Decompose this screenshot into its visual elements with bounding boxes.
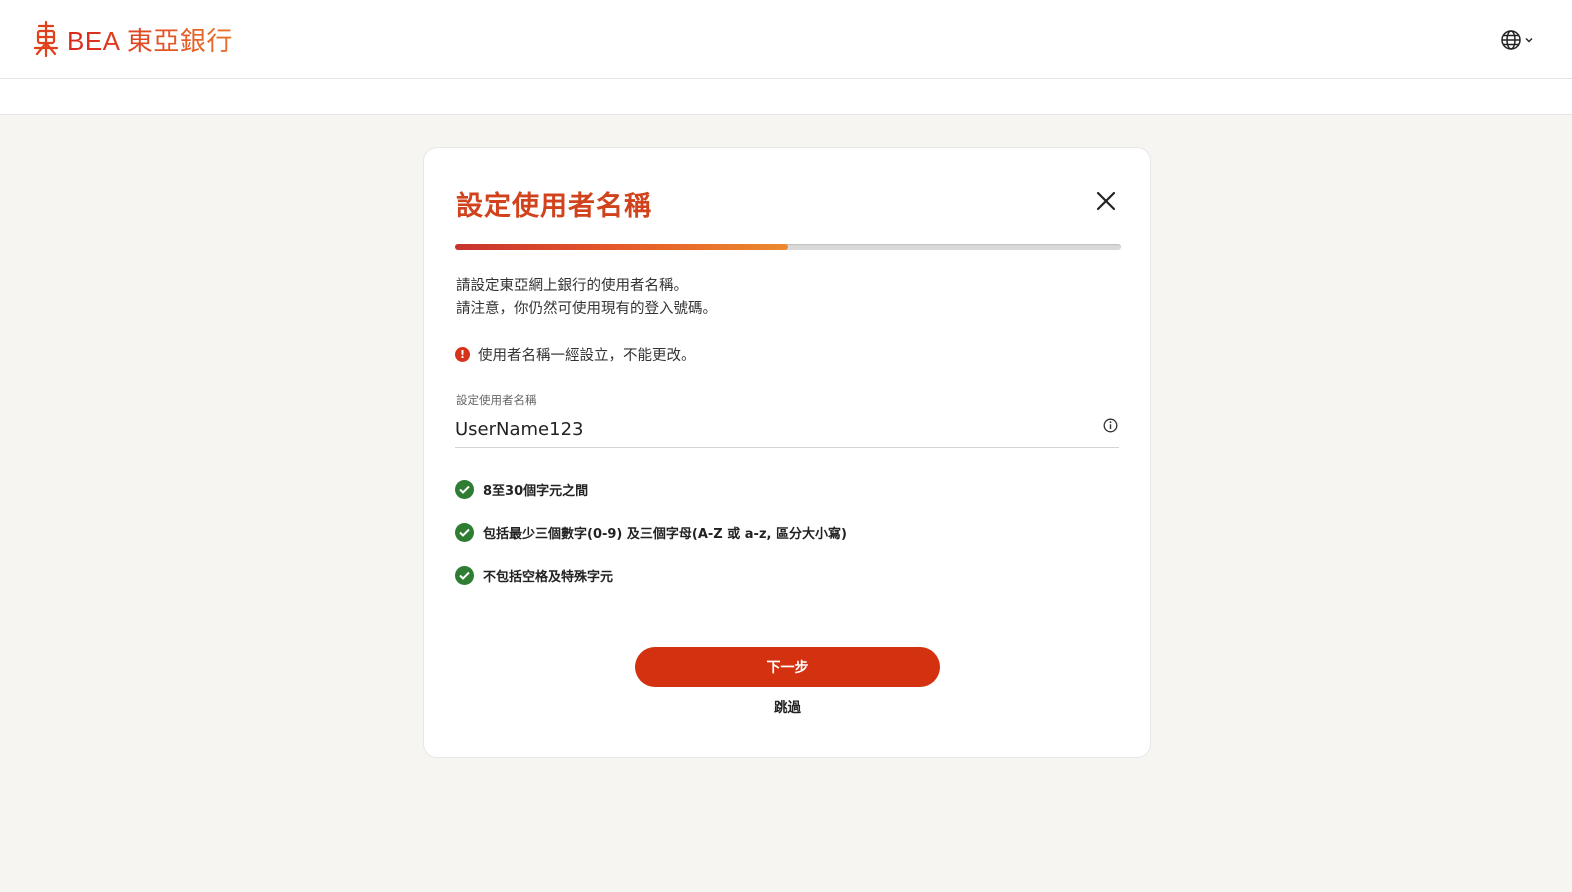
secondary-bar (0, 79, 1572, 115)
progress-bar (455, 244, 1121, 250)
bank-logo[interactable]: BEA 東亞銀行 (33, 20, 233, 58)
rule-item: 8至30個字元之間 (455, 480, 588, 499)
check-circle-icon (455, 480, 474, 499)
rule-item: 包括最少三個數字(0-9) 及三個字母(A-Z 或 a-z, 區分大小寫) (455, 523, 847, 542)
info-icon[interactable] (1103, 418, 1118, 433)
exclamation-icon: ! (455, 347, 470, 362)
brand-name: BEA 東亞銀行 (67, 21, 233, 58)
rule-text: 8至30個字元之間 (483, 484, 589, 499)
check-circle-icon (455, 566, 474, 585)
progress-bar-fill (455, 244, 788, 250)
dialog-title: 設定使用者名稱 (456, 191, 652, 222)
rule-text: 包括最少三個數字(0-9) 及三個字母(A-Z 或 a-z, 區分大小寫) (483, 527, 847, 542)
globe-icon (1501, 30, 1521, 50)
top-navigation-bar: BEA 東亞銀行 (0, 0, 1572, 79)
bea-logo-icon (33, 20, 59, 58)
chevron-down-icon (1525, 38, 1533, 43)
instructions: 請設定東亞網上銀行的使用者名稱。 請注意，你仍然可使用現有的登入號碼。 (456, 275, 717, 321)
instruction-line-1: 請設定東亞網上銀行的使用者名稱。 (456, 278, 688, 294)
language-selector[interactable] (1500, 28, 1540, 52)
rule-text: 不包括空格及特殊字元 (483, 570, 614, 585)
instruction-line-2: 請注意，你仍然可使用現有的登入號碼。 (456, 301, 717, 317)
username-field (455, 414, 1119, 448)
warning-text: 使用者名稱一經設立，不能更改。 (478, 348, 696, 364)
warning-notice: ! 使用者名稱一經設立，不能更改。 (455, 344, 696, 365)
rule-item: 不包括空格及特殊字元 (455, 566, 613, 585)
check-circle-icon (455, 523, 474, 542)
username-input[interactable] (455, 414, 1075, 444)
next-button[interactable]: 下一步 (635, 647, 940, 687)
set-username-dialog: 設定使用者名稱 請設定東亞網上銀行的使用者名稱。 請注意，你仍然可使用現有的登入… (423, 147, 1151, 758)
username-field-label: 設定使用者名稱 (456, 393, 537, 407)
close-icon[interactable] (1095, 190, 1117, 212)
skip-link[interactable]: 跳過 (635, 696, 940, 716)
